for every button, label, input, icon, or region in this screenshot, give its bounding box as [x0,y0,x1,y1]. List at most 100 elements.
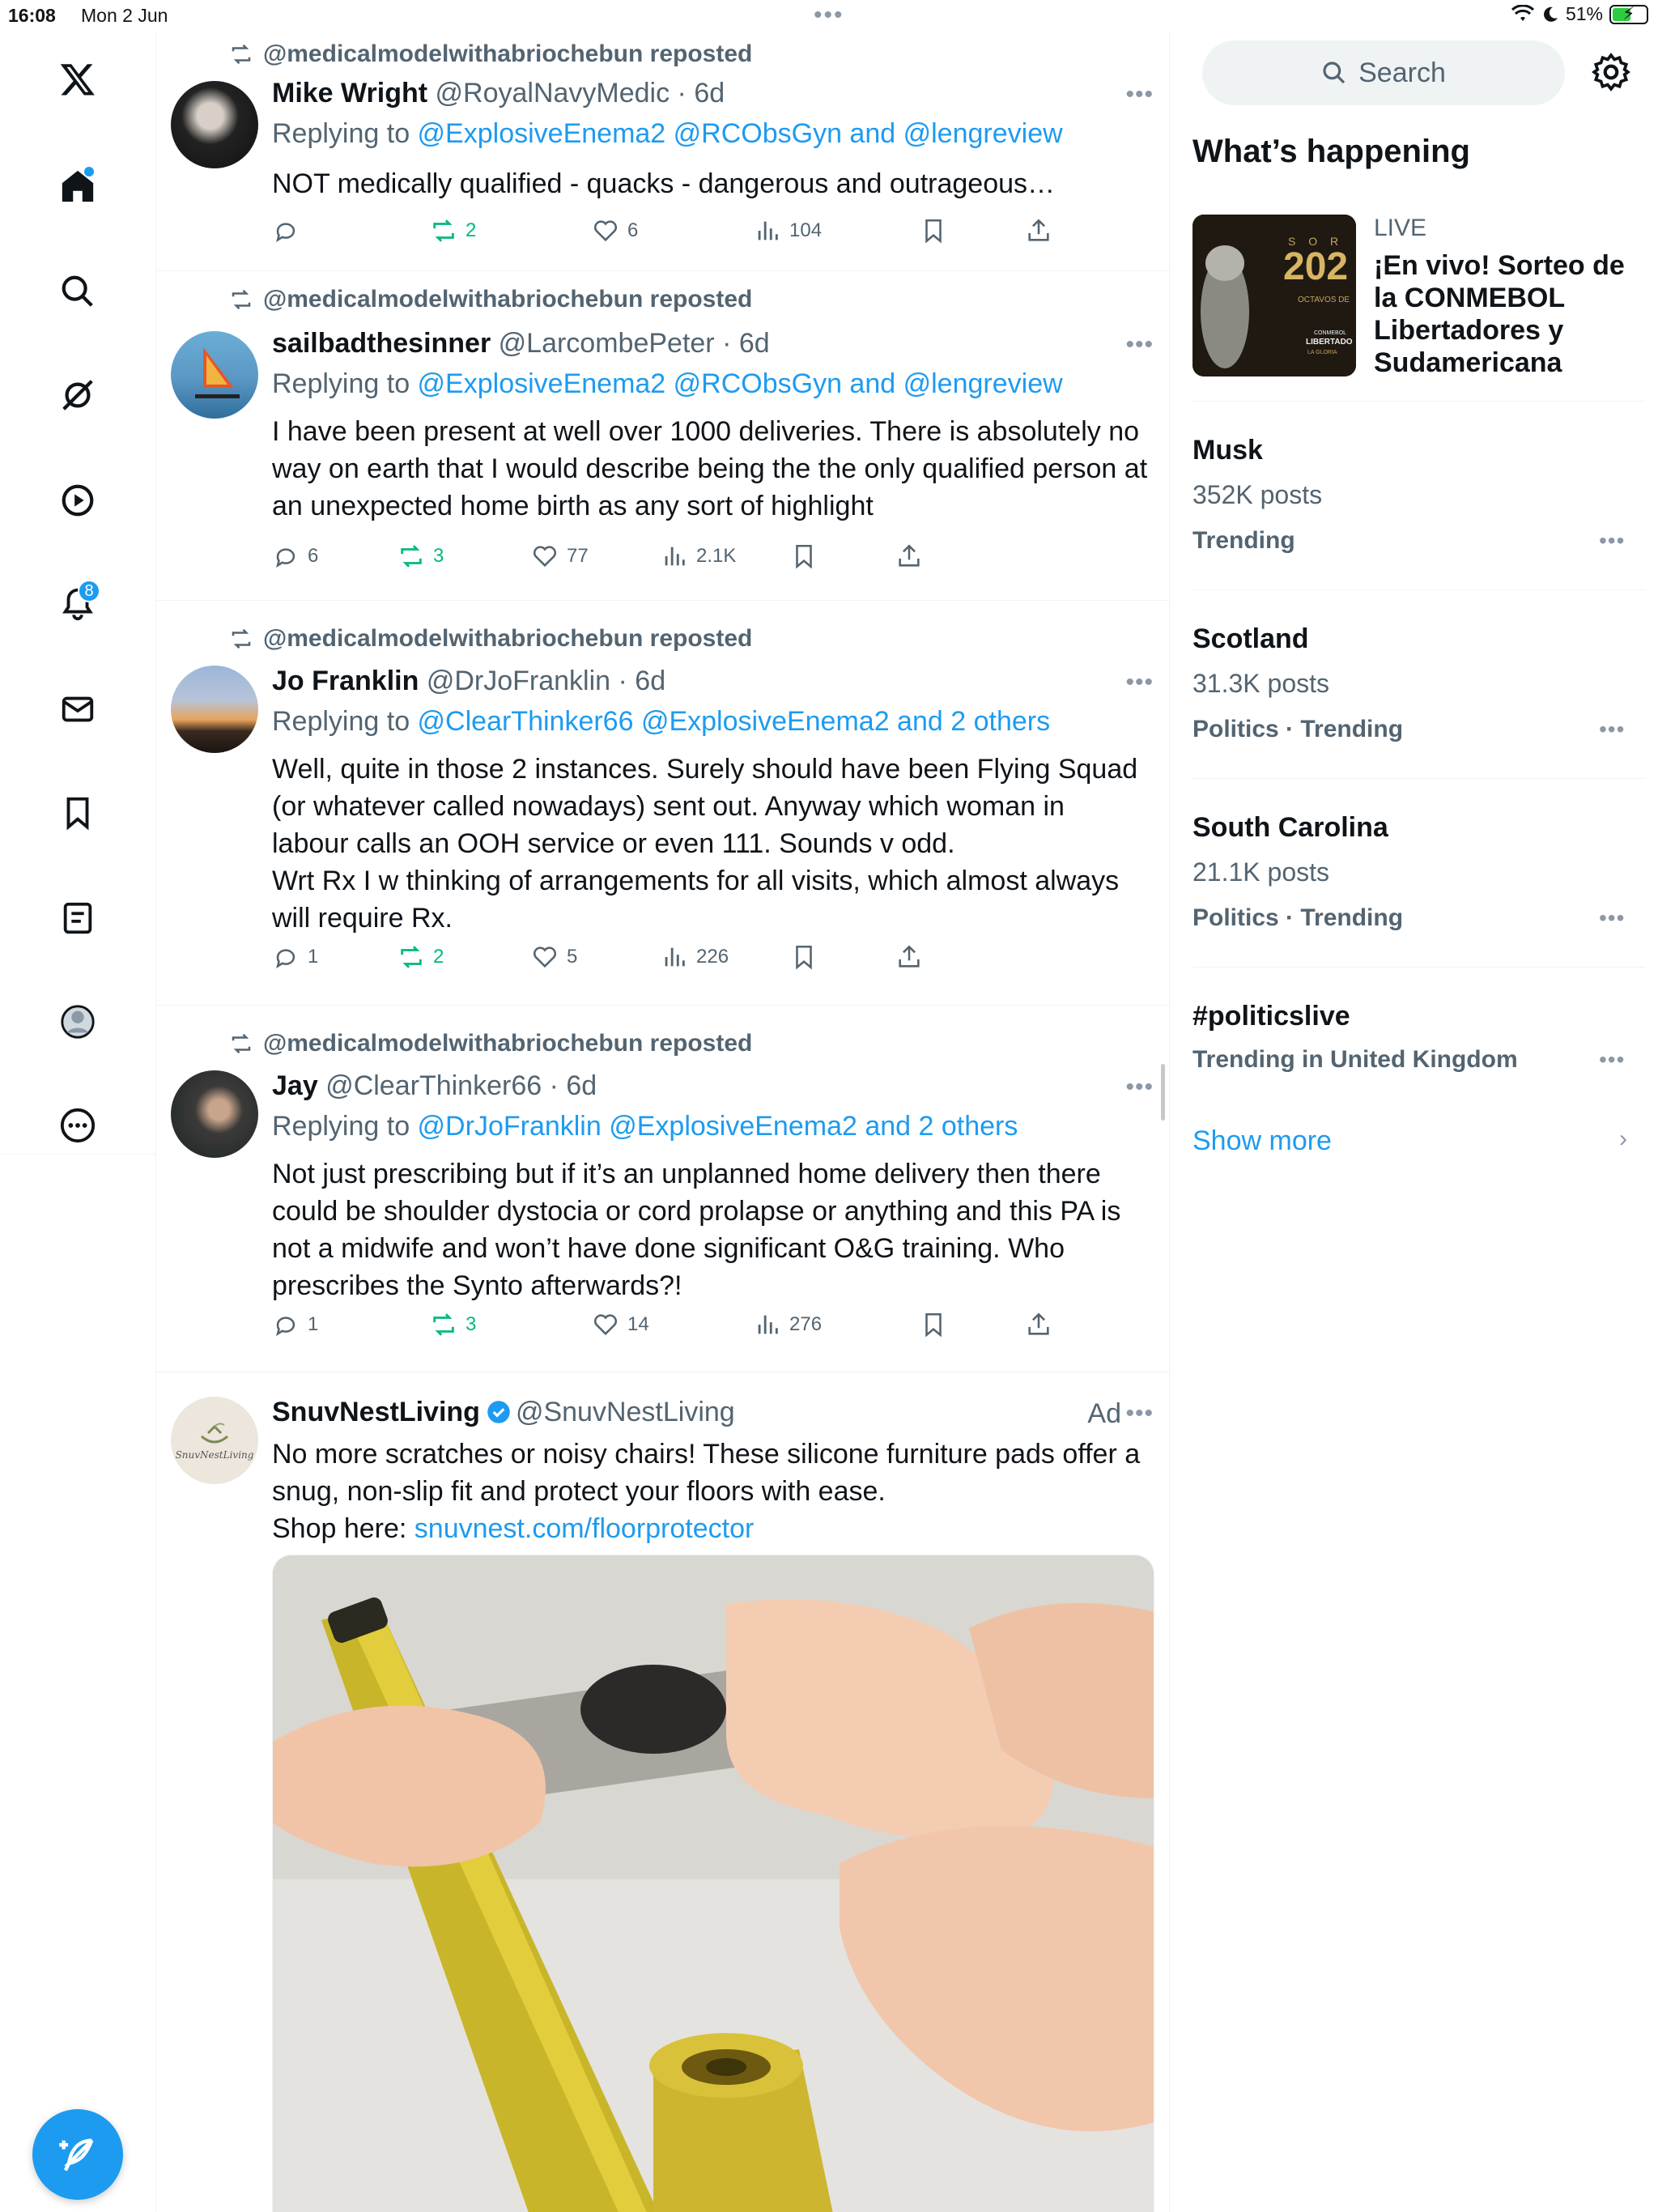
views-button[interactable]: 2.1K [661,542,736,570]
trend-more-icon[interactable]: ••• [1599,528,1625,554]
trend-more-icon[interactable]: ••• [1599,1047,1625,1073]
author-name[interactable]: Jo Franklin [272,666,419,696]
live-event-thumbnail[interactable]: S O R 202 OCTAVOS DE CONMEBOL LIBERTADO … [1192,215,1356,376]
search-icon[interactable] [53,267,102,316]
bookmark-button[interactable] [920,1311,947,1338]
scrollbar[interactable] [1161,1064,1165,1121]
replying-to-links[interactable]: @ExplosiveEnema2 @RCObsGyn and @lengrevi… [418,118,1063,149]
post-more-icon[interactable]: ••• [1125,1074,1154,1101]
bookmark-button[interactable] [790,943,818,971]
more-icon[interactable] [53,1101,102,1150]
show-more-link[interactable]: Show more [1192,1125,1332,1157]
author-name[interactable]: Jay [272,1070,318,1101]
home-icon[interactable] [53,162,102,211]
repost-icon [232,628,251,649]
avatar[interactable] [171,331,258,419]
post-text: Not just prescribing but if it’s an unpl… [272,1159,1121,1301]
notifications-icon[interactable]: 8 [53,580,102,628]
author-handle[interactable]: @ClearThinker66 [325,1070,542,1101]
views-button[interactable]: 276 [754,1311,822,1338]
live-event-title[interactable]: ¡En vivo! Sorteo de la CONMEBOL Libertad… [1374,249,1641,379]
like-button[interactable]: 5 [531,943,577,971]
like-button[interactable]: 14 [592,1311,649,1338]
reply-button[interactable] [272,217,308,245]
search-placeholder: Search [1358,57,1446,88]
post-card[interactable]: @medicalmodelwithabriochebun reposted Ja… [156,1006,1169,1372]
multitask-dots-icon[interactable]: ••• [814,2,844,29]
trend-meta: Trending [1192,527,1295,554]
replying-to: Replying to @DrJoFranklin @ExplosiveEnem… [272,1111,1018,1142]
post-more-icon[interactable]: ••• [1125,331,1154,359]
chevron-right-icon[interactable]: › [1619,1125,1627,1153]
gear-icon[interactable] [1591,52,1631,92]
like-button[interactable]: 77 [531,542,589,570]
author-handle[interactable]: @LarcombePeter [499,328,715,359]
avatar[interactable] [171,81,258,168]
author-name[interactable]: Mike Wright [272,78,427,108]
author-handle[interactable]: @DrJoFranklin [427,666,610,696]
search-input[interactable]: Search [1202,40,1565,105]
profile-icon[interactable] [53,998,102,1046]
post-card[interactable]: @medicalmodelwithabriochebun reposted Jo… [156,601,1169,1006]
reply-button[interactable]: 1 [272,1311,318,1338]
post-more-icon[interactable]: ••• [1125,1400,1154,1427]
views-button[interactable]: 104 [754,217,822,245]
trend-divider [1192,589,1646,590]
reply-icon [276,223,295,243]
repost-icon [401,545,422,568]
reply-button[interactable]: 1 [272,943,318,971]
replying-to-links[interactable]: @DrJoFranklin @ExplosiveEnema2 and 2 oth… [418,1111,1018,1142]
trend-count: 352K posts [1192,480,1323,509]
like-button[interactable]: 6 [592,217,638,245]
messages-icon[interactable] [53,685,102,734]
grok-icon[interactable] [53,371,102,419]
replying-to-links[interactable]: @ClearThinker66 @ExplosiveEnema2 and 2 o… [418,706,1051,737]
post-more-icon[interactable]: ••• [1125,81,1154,108]
author-handle[interactable]: @RoyalNavyMedic [436,78,670,108]
views-button[interactable]: 226 [661,943,729,971]
repost-attribution: @medicalmodelwithabriochebun reposted [229,286,752,313]
author-name[interactable]: SnuvNestLiving [272,1397,480,1427]
share-button[interactable] [895,542,923,570]
ad-avatar[interactable]: SnuvNestLiving [171,1397,258,1484]
repost-button[interactable]: 3 [397,542,444,570]
avatar[interactable] [171,1070,258,1158]
heart-icon [533,546,557,568]
avatar[interactable] [171,666,258,753]
bookmarks-icon[interactable] [53,789,102,837]
author-handle[interactable]: @SnuvNestLiving [516,1397,735,1427]
repost-button[interactable]: 2 [397,943,444,971]
post-age: 6d [566,1070,597,1101]
bookmark-button[interactable] [790,542,818,570]
post-text: I have been present at well over 1000 de… [272,416,1148,521]
repost-attribution: @medicalmodelwithabriochebun reposted [229,625,752,653]
post-more-icon[interactable]: ••• [1125,669,1154,696]
bookmark-icon [925,219,942,244]
reply-button[interactable]: 6 [272,542,318,570]
trend-meta: Politics · Trending [1192,716,1404,742]
share-icon [899,544,920,567]
repost-icon [433,219,454,242]
trend-name: Musk [1192,435,1263,466]
post-header: sailbadthesinner @LarcombePeter · 6d [272,328,770,359]
lists-icon[interactable] [53,894,102,942]
x-logo-icon[interactable] [53,55,102,104]
trend-more-icon[interactable]: ••• [1599,717,1625,742]
bookmark-button[interactable] [920,217,947,245]
trend-more-icon[interactable]: ••• [1599,905,1625,931]
share-button[interactable] [1025,217,1052,245]
replying-to-links[interactable]: @ExplosiveEnema2 @RCObsGyn and @lengrevi… [418,368,1063,399]
repost-button[interactable]: 3 [430,1311,476,1338]
thumb-text: OCTAVOS DE [1298,296,1350,304]
ad-media-image[interactable] [272,1555,1154,2212]
post-card[interactable]: @medicalmodelwithabriochebun reposted sa… [156,271,1169,601]
repost-attribution: @medicalmodelwithabriochebun reposted [229,40,752,68]
share-button[interactable] [895,943,923,971]
post-card[interactable]: @medicalmodelwithabriochebun reposted Mi… [156,32,1169,271]
compose-post-button[interactable] [32,2109,123,2200]
author-name[interactable]: sailbadthesinner [272,328,491,359]
ad-shop-link[interactable]: snuvnest.com/floorprotector [414,1513,755,1544]
repost-button[interactable]: 2 [430,217,476,245]
video-icon[interactable] [53,476,102,525]
share-button[interactable] [1025,1311,1052,1338]
